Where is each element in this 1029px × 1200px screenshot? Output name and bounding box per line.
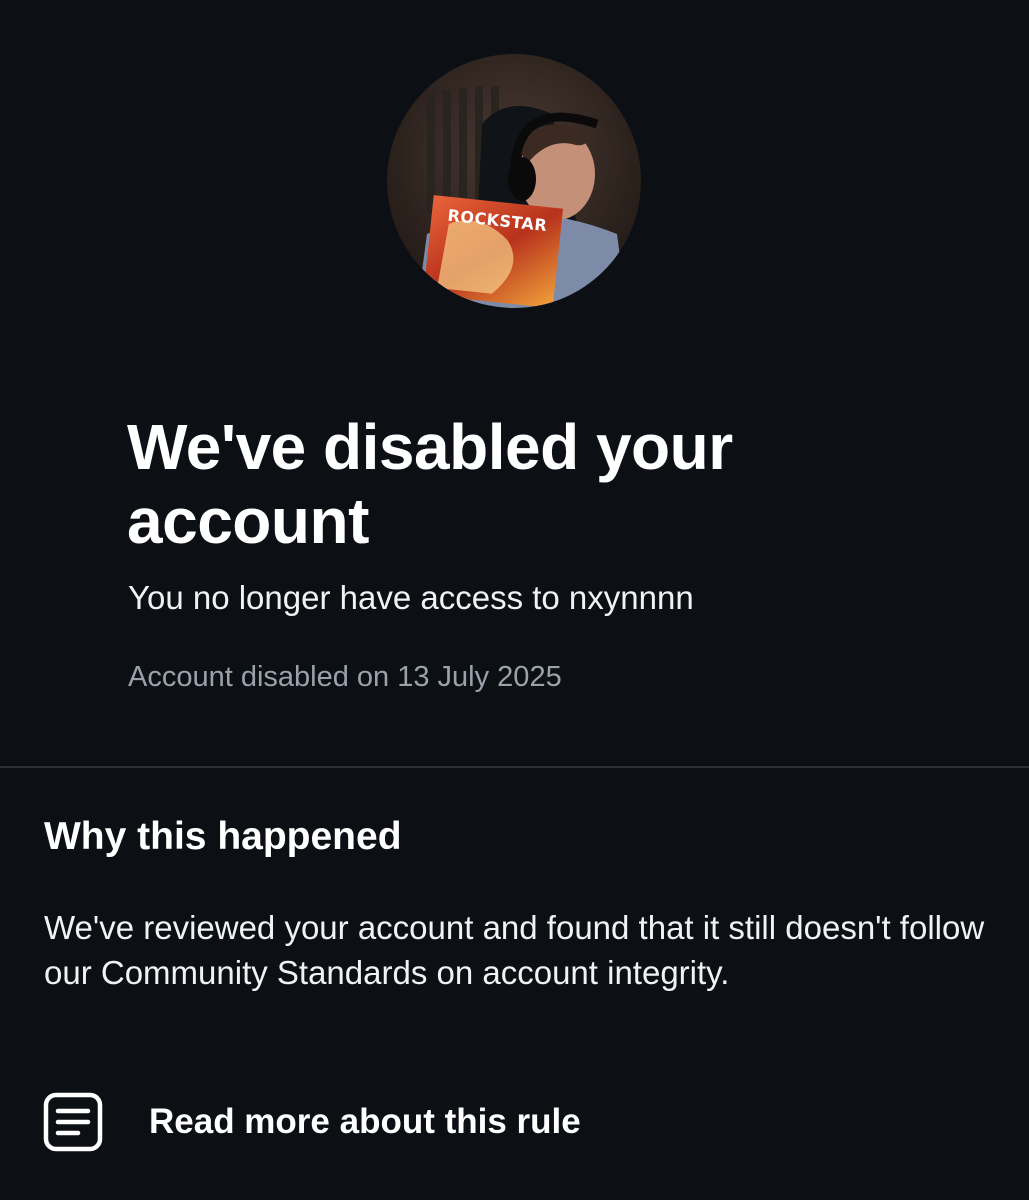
access-message: You no longer have access to nxynnnn <box>128 579 694 616</box>
page-title: We've disabled your account <box>127 411 733 557</box>
read-more-label: Read more about this rule <box>149 1102 581 1141</box>
avatar: ROCKSTAR <box>387 54 641 308</box>
why-heading: Why this happened <box>44 815 402 858</box>
disabled-date: Account disabled on 13 July 2025 <box>128 661 562 693</box>
why-body: We've reviewed your account and found th… <box>44 909 985 991</box>
section-divider <box>0 766 1029 768</box>
read-more-link[interactable]: Read more about this rule <box>42 1090 581 1154</box>
document-icon <box>43 1092 103 1152</box>
profile-photo: ROCKSTAR <box>387 54 641 308</box>
